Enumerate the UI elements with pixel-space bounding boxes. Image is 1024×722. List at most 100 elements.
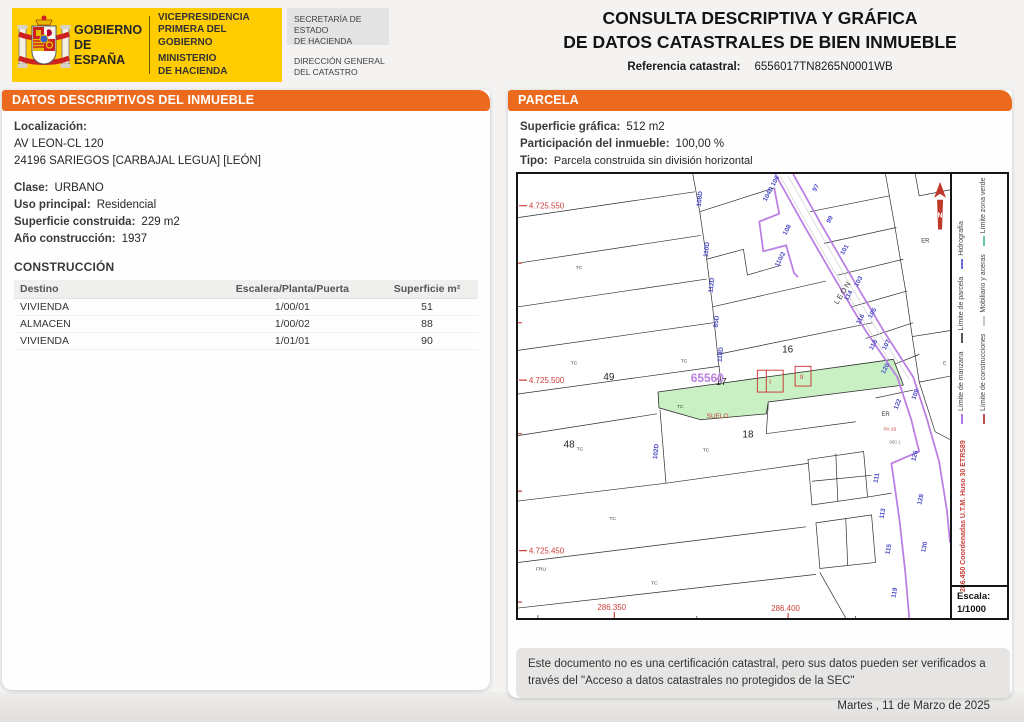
house-number: 119 [890,587,899,599]
land-use-er: ER [881,412,890,418]
land-use-tc: TC [677,404,684,410]
legend-line-swatch [982,236,985,247]
gobierno-text: GOBIERNO DE ESPAÑA [74,22,143,67]
direccion-catastro-label: DIRECCIÓN GENERAL DEL CATASTRO [294,56,385,77]
reference-value: 6556017TN8265N0001WB [754,61,893,73]
coord-label: 286.350 [597,603,626,612]
legend-item: Límite de manzana [958,351,965,424]
coord-label: 4.725.500 [529,376,565,385]
coord-label: 286.400 [771,604,800,613]
parcela-panel-header: PARCELA [508,90,1012,111]
map-legend: Límite de manzana Límite de parcela Hidr… [950,174,1007,618]
house-number: 128 [916,493,925,505]
legend-line-swatch [982,315,985,326]
datos-descriptivos-panel: DATOS DESCRIPTIVOS DEL INMUEBLE Localiza… [2,90,490,690]
house-number: 99 [825,215,835,225]
house-number: 104D 106 [762,174,782,202]
house-number: 122 [893,398,904,411]
reference-label: Referencia catastral: [627,61,741,73]
construction-table: Destino Escalera/Planta/Puerta Superfici… [14,280,478,350]
field-superficie-grafica: Superficie gráfica: 512 m2 [520,121,665,133]
coat-of-arms-icon [17,15,71,68]
parcel-number: 49 [603,372,615,383]
legend-item: Hidrografía [958,221,965,269]
legend-item: Límite de parcela [958,277,965,344]
house-number: 111 [873,472,882,483]
house-number: 85D [713,315,721,328]
construction-table-header: Destino Escalera/Planta/Puerta Superfici… [14,280,478,299]
house-number: 97 [812,183,822,193]
house-number: 102D [652,443,661,459]
left-panel-header: DATOS DESCRIPTIVOS DEL INMUEBLE [2,90,490,111]
legend-item: Mobiliario y aceras [980,254,987,326]
house-number: 103 [853,275,864,288]
land-use-tc: TC [571,360,578,366]
parcel-number: 18 [742,430,754,441]
scale-value: 1/1000 [957,604,987,615]
table-row: VIVIENDA 1/01/01 90 [14,332,478,350]
secretaria-label: SECRETARÍA DE ESTADO DE HACIENDA [287,8,389,46]
house-number: 118D [717,346,726,362]
house-number: 130 [920,541,929,553]
legend-item: Límite zona verde [980,178,987,247]
logo-divider [149,16,151,74]
field-superficie-construida: Superficie construida: 229 m2 [14,216,180,228]
house-number: 112D [708,277,717,293]
land-use-tc: TC [577,447,584,453]
cadastral-document-page: GOBIERNO DE ESPAÑA VICEPRESIDENCIA PRIME… [0,0,1024,722]
legend-line-swatch [960,333,963,344]
field-uso-principal: Uso principal: Residencial [14,199,157,211]
ministry-text: VICEPRESIDENCIA PRIMERA DEL GOBIERNO MIN… [158,11,250,77]
legend-line-swatch [960,258,963,269]
house-number: 107 [881,338,892,351]
construccion-title: CONSTRUCCIÓN [14,260,115,274]
coord-label: 4.725.550 [529,202,565,211]
parcel-number: 16 [782,344,794,355]
disclaimer-note: Este documento no es una certificación c… [516,648,1010,698]
coord-label: 4.725.450 [529,547,565,556]
field-tipo: Tipo: Parcela construida sin división hor… [520,155,753,167]
utm-coordinates-label: 286.450 Coordenadas U.T.M. Huso 30 ETRS8… [960,440,967,592]
area-label: 960.1 [889,440,901,445]
land-use-er: ER [921,238,930,244]
house-number: 126 [910,449,920,462]
parcela-panel: PARCELA Superficie gráfica: 512 m2 Partic… [508,90,1012,698]
address-line-2: 24196 SARIEGOS [CARBAJAL LEGUA] [LEÓN] [14,155,261,167]
house-number: 110D [703,241,712,257]
house-number: 113 [879,507,888,519]
north-arrow-icon: N [934,181,947,230]
land-use-e: E [943,360,947,366]
house-number: 108D [696,191,705,207]
land-use-tc: TC [651,580,658,586]
pa-label: PA 15 [883,427,896,433]
parcel-number: 48 [564,440,576,451]
house-number: 101 [839,243,850,256]
svg-text:N: N [938,213,943,220]
legend-column: Límite de manzana Límite de parcela Hidr… [958,189,965,424]
land-use-tc: TC [609,516,616,522]
address-line-1: AV LEON-CL 120 [14,138,104,150]
land-use-tc: TC [681,358,688,364]
localizacion-label: Localización: [14,121,87,133]
house-number: 110/2 [774,251,788,269]
field-clase: Clase: URBANO [14,182,104,194]
house-number: 108 [782,223,793,236]
field-ano-construccion: Año construcción: 1937 [14,233,148,245]
legend-item: Límite de construcciones [980,334,987,424]
legend-column: Límite de construcciones Mobiliario y ac… [980,178,987,424]
table-row: ALMACEN 1/00/02 88 [14,315,478,333]
suelo-label: SUELO [707,413,729,420]
land-use-tc: TC [576,265,583,271]
land-use-tc: TC [703,448,710,454]
house-number: 115 [884,543,893,555]
manzana-number: 65560 [691,371,724,385]
scale-label: Escala: [957,591,991,602]
house-number: 105 [867,307,878,320]
building-roman-ii: II [800,375,804,381]
gobierno-logo: GOBIERNO DE ESPAÑA VICEPRESIDENCIA PRIME… [12,8,282,82]
document-date: Martes , 11 de Marzo de 2025 [837,700,990,712]
field-participacion: Participación del inmueble: 100,00 % [520,138,725,150]
land-use-fru: FRU [536,566,547,572]
scale-box: Escala: 1/1000 [952,585,1007,618]
table-row: VIVIENDA 1/00/01 51 [14,298,478,316]
